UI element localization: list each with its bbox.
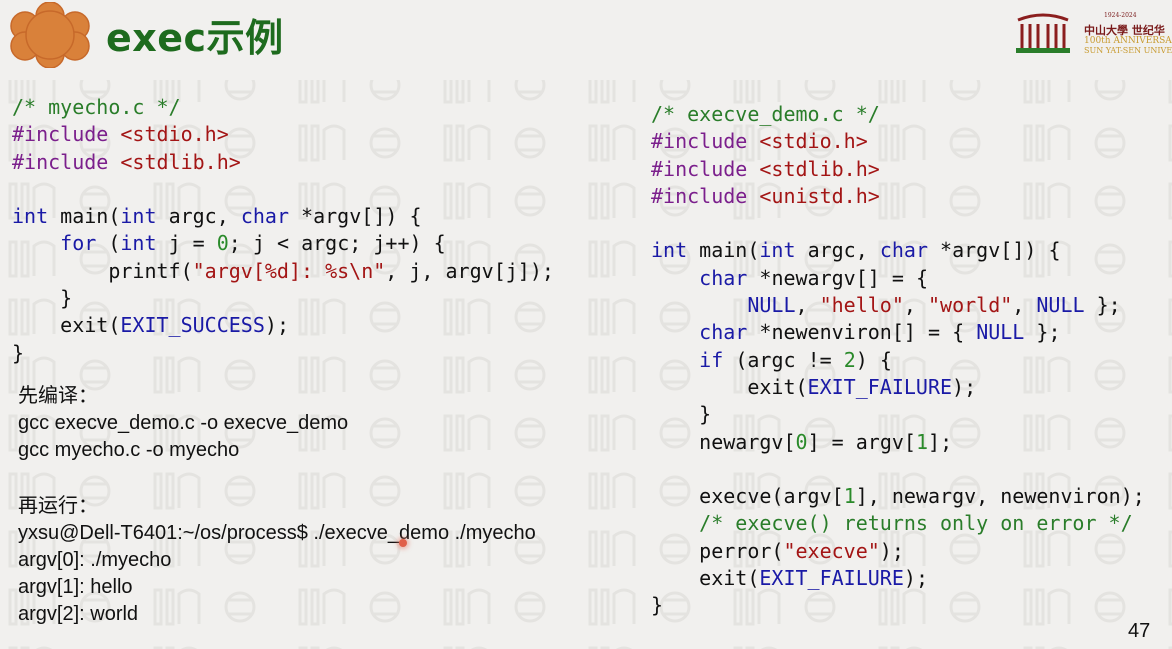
run-command: yxsu@Dell-T6401:~/os/process$ ./execve_d… [18,522,536,544]
code-line: execve(argv[1], newargv, newenviron); [699,484,1145,509]
code-line: /* execve() returns only on error */ [651,511,1133,536]
code-line: #include <stdlib.h> [12,149,241,174]
code-line: } [699,402,712,427]
code-line: exit(EXIT_FAILURE); [699,566,928,591]
logo-anniversary: 100th ANNIVERSA [1084,36,1172,46]
code-line: newargv[0] = argv[1]; [699,429,953,454]
logo-years: 1924-2024 [1104,12,1137,19]
output-line: argv[1]: hello [18,576,133,598]
execve-demo-code-block: /* execve_demo.c */#include <stdio.h> #in… [651,101,1145,620]
output-line: argv[0]: ./myecho [18,549,172,571]
code-line: exit(EXIT_SUCCESS); [60,313,289,338]
building-logo-icon [1016,13,1070,53]
code-line: } [60,286,73,311]
code-line: /* myecho.c */ [12,95,181,119]
university-emblem-icon [10,2,90,68]
logo-name-en: SUN YAT-SEN UNIVERSITY [1084,46,1172,55]
code-line: exit(EXIT_FAILURE); [747,374,977,399]
code-line: #include <stdio.h> [651,129,868,154]
code-line: printf("argv[%d]: %s\n", j, argv[j]); [108,258,554,283]
code-line: NULL, "hello", "world", NULL }; [747,293,1121,318]
code-line: perror("execve"); [699,538,904,563]
slide-header: exec示例 1924-2024 中山大學 世纪华 100th ANNIVERS… [0,0,1172,80]
code-line: int main(int argc, char *argv[]) { [12,204,422,229]
laser-pointer [399,539,407,547]
slide-title: exec示例 [106,16,284,60]
code-line: #include <stdio.h> [12,122,229,147]
code-line: int main(int argc, char *argv[]) { [651,238,1061,263]
myecho-code-block: /* myecho.c */ #include <stdio.h> #include… [12,94,554,367]
code-line: char *newargv[] = { [699,265,929,290]
sysu-anniversary-logo: 1924-2024 中山大學 世纪华 100th ANNIVERSA SUN Y… [1014,8,1172,58]
code-line: #include <stdlib.h> [651,156,880,181]
code-line: if (argc != 2) { [699,347,892,372]
page-number: 47 [1128,620,1151,642]
run-heading: 再运行： [18,495,98,517]
code-line: } [651,593,664,618]
code-line: for (int j = 0; j < argc; j++) { [60,231,446,256]
output-line: argv[2]: world [18,603,139,625]
code-line: #include <unistd.h> [651,183,880,208]
compile-command-myecho: gcc myecho.c -o myecho [18,439,240,461]
compile-command-execve: gcc execve_demo.c -o execve_demo [18,412,349,434]
compile-heading: 先编译： [18,385,98,407]
code-line: char *newenviron[] = { NULL }; [699,320,1061,345]
code-line: /* execve_demo.c */ [651,102,880,126]
code-line: } [12,340,25,365]
